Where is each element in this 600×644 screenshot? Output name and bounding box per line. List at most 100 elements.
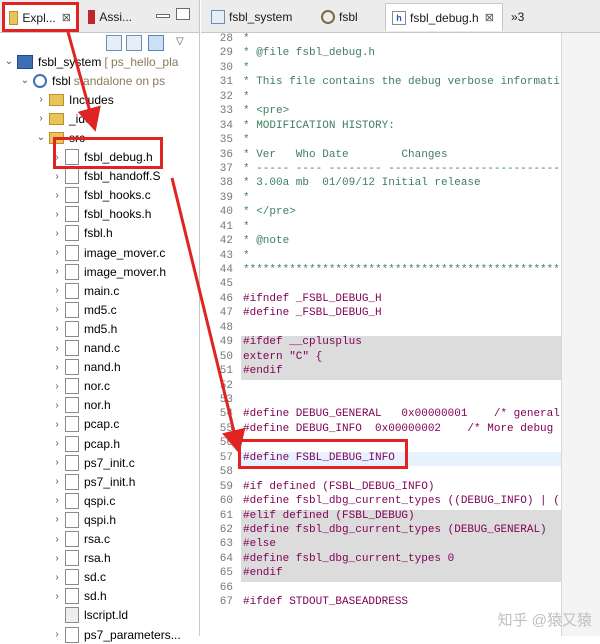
view-menu-icon[interactable]: ▽ bbox=[176, 36, 184, 47]
chevron-right-icon[interactable]: › bbox=[52, 457, 62, 468]
code-line[interactable]: 65 #endif bbox=[201, 567, 600, 581]
code-line[interactable]: 43 * bbox=[201, 250, 600, 264]
code-line[interactable]: 28 * bbox=[201, 33, 600, 47]
chevron-right-icon[interactable]: › bbox=[52, 247, 62, 258]
tree-item[interactable]: › Includes bbox=[0, 90, 199, 109]
chevron-right-icon[interactable]: › bbox=[36, 113, 46, 124]
tree-item[interactable]: › nor.h bbox=[0, 396, 199, 415]
code-line[interactable]: 31 * This file contains the debug verbose… bbox=[201, 76, 600, 90]
code-line[interactable]: 66 bbox=[201, 582, 600, 596]
tree-item[interactable]: ⌄ fsbl_system[ ps_hello_pla bbox=[0, 52, 199, 71]
code-line[interactable]: 48 bbox=[201, 322, 600, 336]
chevron-right-icon[interactable]: › bbox=[52, 629, 62, 640]
code-line[interactable]: 30 * bbox=[201, 62, 600, 76]
chevron-right-icon[interactable]: › bbox=[52, 591, 62, 602]
chevron-right-icon[interactable]: › bbox=[52, 419, 62, 430]
code-line[interactable]: 40 * </pre> bbox=[201, 206, 600, 220]
collapse-all-icon[interactable] bbox=[106, 35, 122, 51]
chevron-right-icon[interactable]: › bbox=[52, 171, 62, 182]
chevron-down-icon[interactable]: ⌄ bbox=[4, 56, 14, 67]
chevron-right-icon[interactable]: › bbox=[52, 400, 62, 411]
chevron-right-icon[interactable]: › bbox=[52, 304, 62, 315]
code-line[interactable]: 57 #define FSBL_DEBUG_INFO bbox=[201, 452, 600, 466]
tree-item[interactable]: › ps7_parameters... bbox=[0, 625, 199, 644]
code-line[interactable]: 60 #define fsbl_dbg_current_types ((DEBUG… bbox=[201, 495, 600, 509]
tree-item[interactable]: › sd.h bbox=[0, 587, 199, 606]
close-icon[interactable]: ⊠ bbox=[485, 11, 494, 24]
code-line[interactable]: 53 bbox=[201, 394, 600, 408]
chevron-right-icon[interactable]: › bbox=[52, 209, 62, 220]
tree-item[interactable]: › qspi.h bbox=[0, 510, 199, 529]
minimize-icon[interactable] bbox=[156, 14, 170, 18]
chevron-right-icon[interactable]: › bbox=[52, 572, 62, 583]
chevron-down-icon[interactable]: ⌄ bbox=[20, 75, 30, 86]
code-line[interactable]: 64 #define fsbl_dbg_current_types 0 bbox=[201, 553, 600, 567]
chevron-right-icon[interactable]: › bbox=[52, 514, 62, 525]
tree-item[interactable]: › nor.c bbox=[0, 377, 199, 396]
tab-assistant[interactable]: Assi... bbox=[82, 3, 138, 31]
tree-item[interactable]: ⌄ fsbl standalone on ps bbox=[0, 71, 199, 90]
tree-item[interactable]: › ps7_init.h bbox=[0, 472, 199, 491]
code-line[interactable]: 39 * bbox=[201, 192, 600, 206]
code-line[interactable]: 47 #define _FSBL_DEBUG_H bbox=[201, 307, 600, 321]
chevron-right-icon[interactable]: › bbox=[52, 495, 62, 506]
maximize-icon[interactable] bbox=[176, 8, 190, 20]
code-line[interactable]: 51 #endif bbox=[201, 365, 600, 379]
chevron-down-icon[interactable]: ⌄ bbox=[36, 132, 46, 143]
chevron-right-icon[interactable]: › bbox=[52, 476, 62, 487]
tree-item[interactable]: › fsbl_handoff.S bbox=[0, 167, 199, 186]
tab-fsbl-system[interactable]: fsbl_system bbox=[205, 3, 313, 31]
tree-item[interactable]: ⌄ src bbox=[0, 128, 199, 147]
code-line[interactable]: 33 * <pre> bbox=[201, 105, 600, 119]
code-line[interactable]: 52 bbox=[201, 380, 600, 394]
tree-item[interactable]: › nand.h bbox=[0, 358, 199, 377]
tree-item[interactable]: › md5.c bbox=[0, 300, 199, 319]
code-line[interactable]: 63 #else bbox=[201, 538, 600, 552]
code-line[interactable]: 38 * 3.00a mb 01/09/12 Initial release bbox=[201, 177, 600, 191]
chevron-right-icon[interactable]: › bbox=[52, 285, 62, 296]
chevron-right-icon[interactable]: › bbox=[52, 362, 62, 373]
tree-item[interactable]: › pcap.h bbox=[0, 434, 199, 453]
code-line[interactable]: 36 * Ver Who Date Changes bbox=[201, 149, 600, 163]
chevron-right-icon[interactable]: › bbox=[36, 94, 46, 105]
chevron-right-icon[interactable]: › bbox=[52, 266, 62, 277]
code-line[interactable]: 34 * MODIFICATION HISTORY: bbox=[201, 120, 600, 134]
tree-item[interactable]: › fsbl.h bbox=[0, 224, 199, 243]
code-line[interactable]: 49 #ifdef __cplusplus bbox=[201, 336, 600, 350]
code-line[interactable]: 41 * bbox=[201, 221, 600, 235]
tree-item[interactable]: › fsbl_hooks.h bbox=[0, 205, 199, 224]
close-icon[interactable]: ⊠ bbox=[62, 11, 71, 24]
tree-item[interactable]: › sd.c bbox=[0, 568, 199, 587]
tree-item[interactable]: › rsa.c bbox=[0, 530, 199, 549]
code-line[interactable]: 54 #define DEBUG_GENERAL 0x00000001 /* ge… bbox=[201, 408, 600, 422]
tree-item[interactable]: › qspi.c bbox=[0, 491, 199, 510]
link-editor-icon[interactable] bbox=[126, 35, 142, 51]
tree-item[interactable]: › image_mover.h bbox=[0, 262, 199, 281]
code-line[interactable]: 37 * ----- ---- -------- ----------------… bbox=[201, 163, 600, 177]
code-line[interactable]: 55 #define DEBUG_INFO 0x00000002 /* More … bbox=[201, 423, 600, 437]
code-line[interactable]: 35 * bbox=[201, 134, 600, 148]
code-line[interactable]: 42 * @note bbox=[201, 235, 600, 249]
code-line[interactable]: 56 bbox=[201, 437, 600, 451]
chevron-right-icon[interactable]: › bbox=[52, 381, 62, 392]
chevron-right-icon[interactable]: › bbox=[52, 190, 62, 201]
chevron-right-icon[interactable]: › bbox=[52, 553, 62, 564]
code-editor[interactable]: 28 * 29 * @file fsbl_debug.h 30 * 31 * This fil… bbox=[201, 33, 600, 636]
code-line[interactable]: 50 extern "C" { bbox=[201, 351, 600, 365]
chevron-right-icon[interactable]: › bbox=[52, 343, 62, 354]
code-line[interactable]: 29 * @file fsbl_debug.h bbox=[201, 47, 600, 61]
chevron-right-icon[interactable]: › bbox=[52, 438, 62, 449]
tree-item[interactable]: › ps7_init.c bbox=[0, 453, 199, 472]
filter-icon[interactable] bbox=[148, 35, 164, 51]
code-line[interactable]: 59 #if defined (FSBL_DEBUG_INFO) bbox=[201, 481, 600, 495]
tree-item[interactable]: › nand.c bbox=[0, 339, 199, 358]
tab-fsbl[interactable]: fsbl bbox=[315, 3, 381, 31]
tree-item[interactable]: › main.c bbox=[0, 281, 199, 300]
tree-item[interactable]: › fsbl_debug.h bbox=[0, 148, 199, 167]
tab-project-explorer[interactable]: Expl... ⊠ bbox=[2, 3, 78, 31]
chevron-right-icon[interactable]: › bbox=[52, 152, 62, 163]
chevron-right-icon[interactable]: › bbox=[52, 534, 62, 545]
editor-scrollbar[interactable] bbox=[561, 33, 600, 636]
tree-item[interactable]: › _ide bbox=[0, 109, 199, 128]
chevron-right-icon[interactable]: › bbox=[52, 323, 62, 334]
